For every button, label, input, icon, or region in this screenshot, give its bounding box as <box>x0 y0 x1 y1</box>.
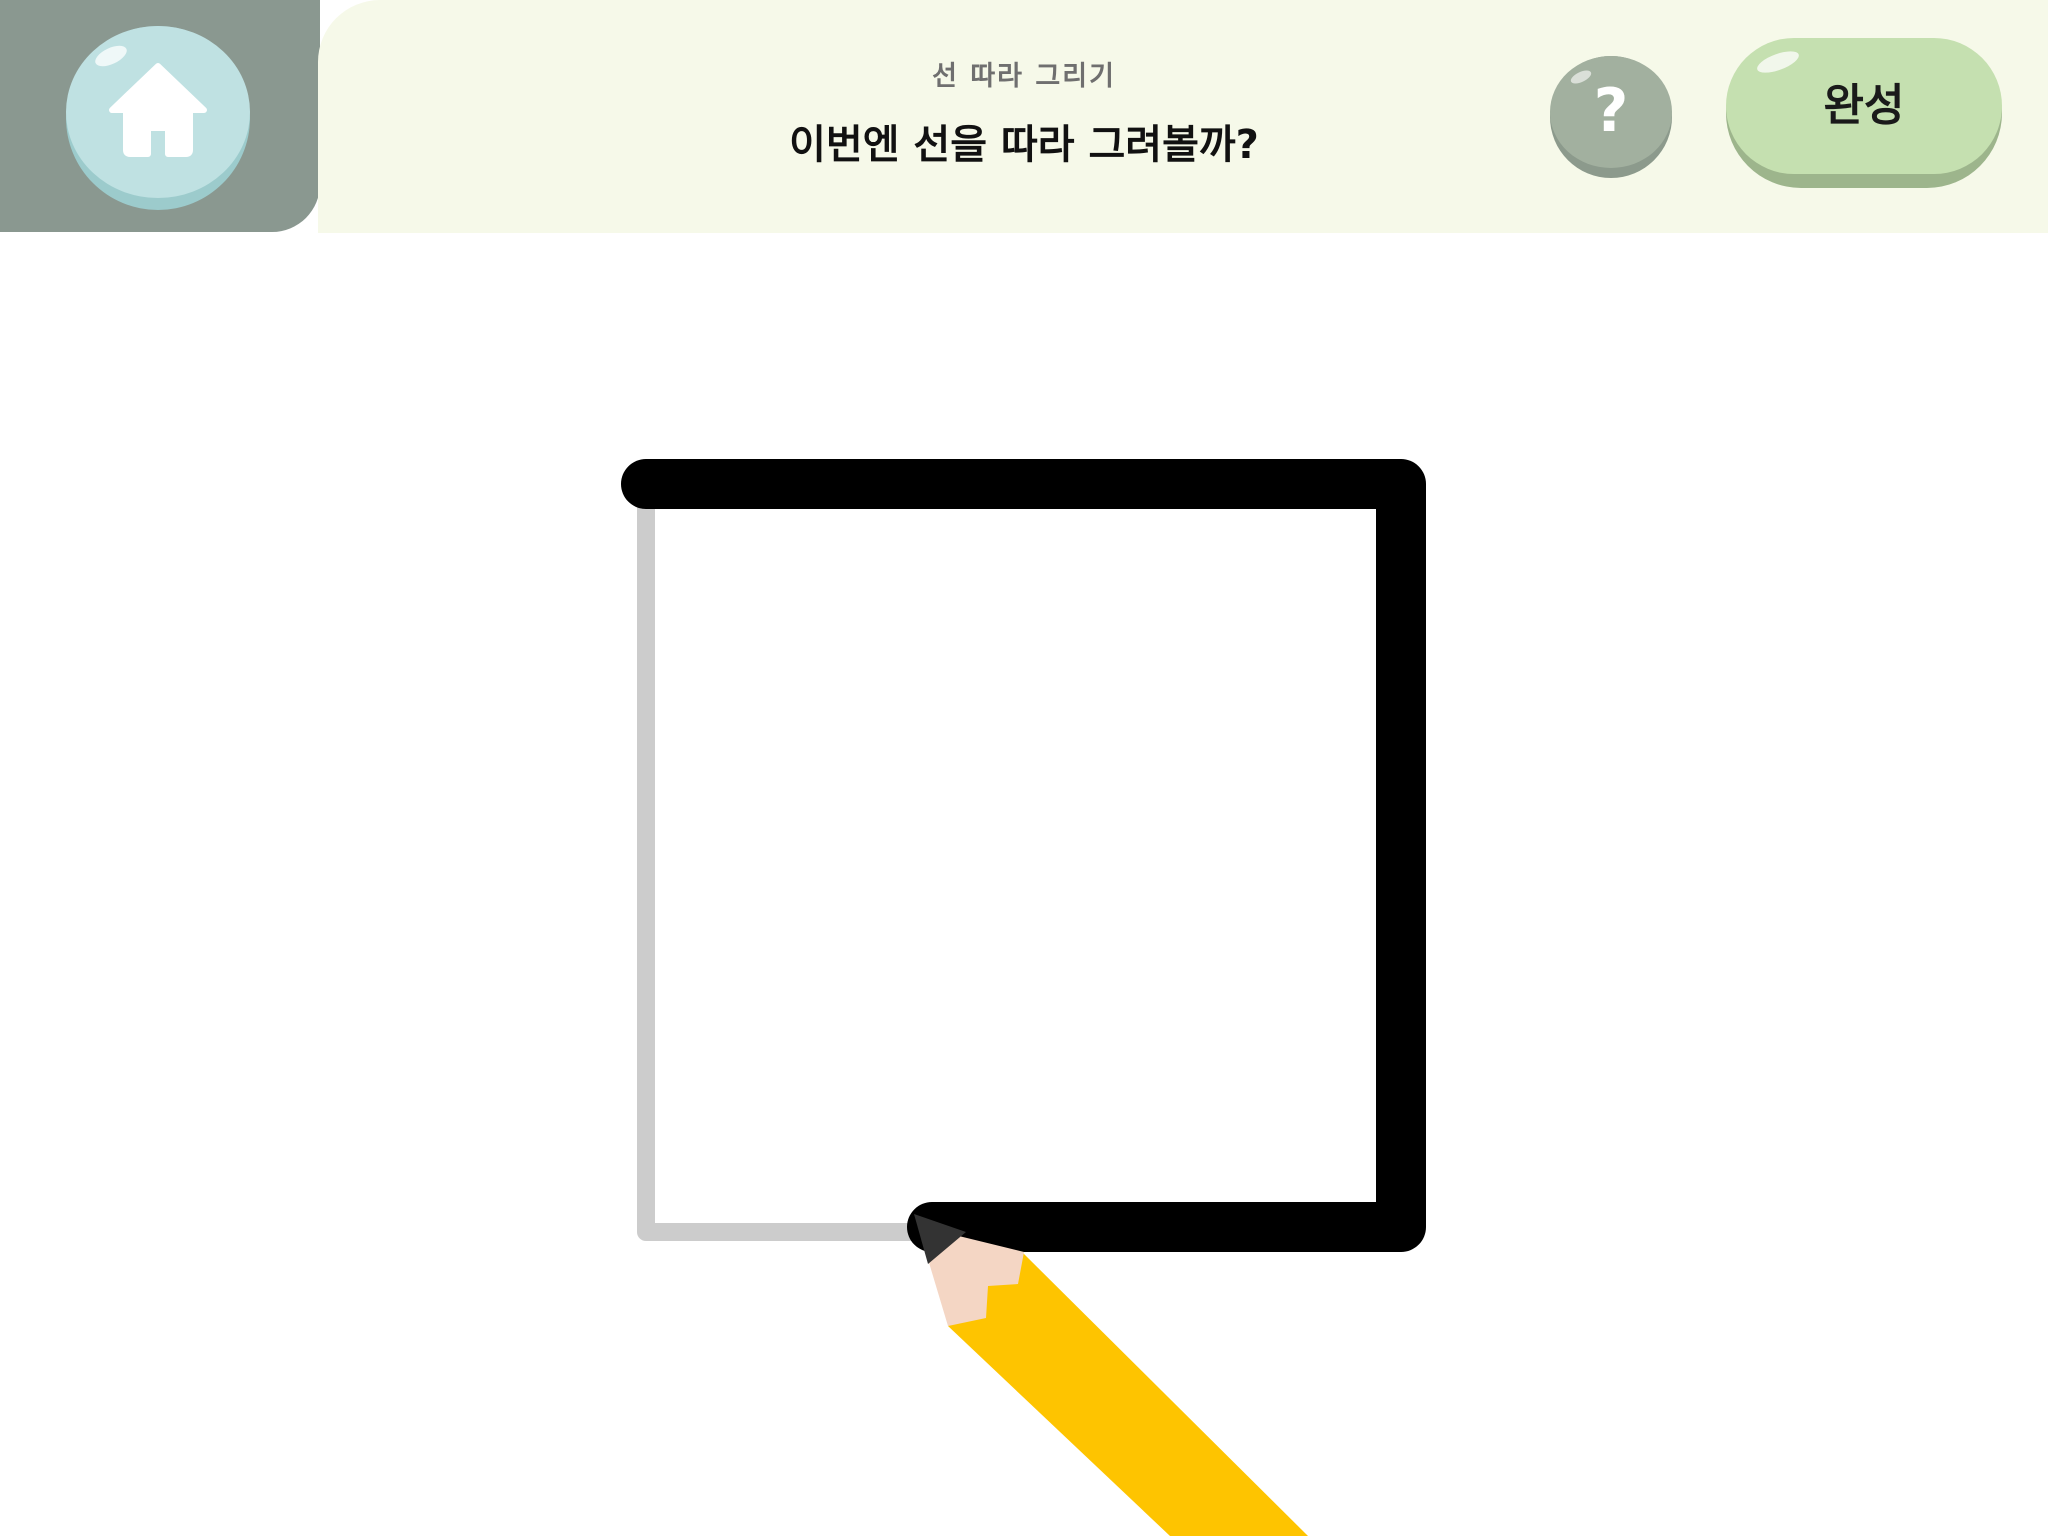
pencil-body <box>948 1252 1308 1536</box>
pencil-icon <box>914 1214 1308 1536</box>
drawn-stroke <box>621 459 1426 1252</box>
app-screen: 선 따라 그리기 이번엔 선을 따라 그려볼까? ? 완성 <box>0 0 2048 1536</box>
guide-square-outline <box>637 475 1421 1241</box>
tracing-area <box>621 459 1426 1536</box>
